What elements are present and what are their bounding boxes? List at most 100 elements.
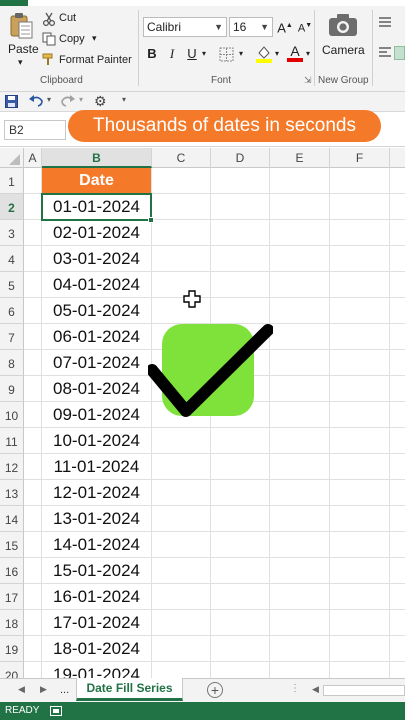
group-divider <box>314 10 315 86</box>
column-header-b[interactable]: B <box>42 148 152 168</box>
cut-button[interactable]: Cut <box>59 12 76 24</box>
tab-split-handle[interactable]: ⋮ <box>290 683 300 694</box>
sheet-tab-bar: ◀ ▶ ... Date Fill Series + ⋮ ◀ <box>0 678 405 702</box>
date-cell[interactable]: 13-01-2024 <box>42 506 151 531</box>
borders-icon[interactable] <box>219 47 234 65</box>
paste-dropdown-icon[interactable]: ▾ <box>18 57 23 68</box>
font-dialog-launcher-icon[interactable]: ⇲ <box>304 75 312 86</box>
chevron-down-icon: ▼ <box>214 22 223 32</box>
borders-dropdown-icon[interactable]: ▾ <box>236 45 246 63</box>
date-cell[interactable]: 06-01-2024 <box>42 324 151 349</box>
date-header-cell[interactable]: Date <box>42 168 151 193</box>
camera-button[interactable]: Camera <box>322 43 365 57</box>
row-header[interactable]: 19 <box>0 636 24 662</box>
font-color-button[interactable]: A <box>286 42 304 62</box>
font-size-select[interactable]: 16 ▼ <box>229 17 273 37</box>
grow-font-button[interactable]: A▲ <box>276 17 294 35</box>
font-color-dropdown-icon[interactable]: ▾ <box>303 45 313 63</box>
column-header-f[interactable]: F <box>330 148 390 168</box>
column-header-c[interactable]: C <box>152 148 211 168</box>
row-header[interactable]: 2 <box>0 194 24 220</box>
scissors-icon[interactable] <box>42 12 56 29</box>
row-header[interactable]: 9 <box>0 376 24 402</box>
macro-record-icon[interactable] <box>50 706 62 716</box>
row-header[interactable]: 8 <box>0 350 24 376</box>
redo-icon[interactable] <box>60 94 76 111</box>
row-header[interactable]: 14 <box>0 506 24 532</box>
bold-button[interactable]: B <box>143 45 161 63</box>
date-cell[interactable]: 18-01-2024 <box>42 636 151 661</box>
paste-icon[interactable] <box>8 12 34 40</box>
name-box[interactable]: B2 <box>4 120 66 140</box>
row-header[interactable]: 1 <box>0 168 24 194</box>
copy-icon[interactable] <box>42 32 56 49</box>
sheet-tab-date-fill-series[interactable]: Date Fill Series <box>76 678 183 701</box>
row-header[interactable]: 13 <box>0 480 24 506</box>
date-cell[interactable]: 11-01-2024 <box>42 454 151 479</box>
paste-button[interactable]: Paste <box>8 42 39 56</box>
fill-color-icon[interactable] <box>255 44 273 67</box>
column-header-e[interactable]: E <box>270 148 330 168</box>
row-header[interactable]: 15 <box>0 532 24 558</box>
align-top-icon[interactable] <box>378 16 392 31</box>
camera-icon[interactable] <box>328 13 358 40</box>
row-header[interactable]: 6 <box>0 298 24 324</box>
date-cell[interactable]: 05-01-2024 <box>42 298 151 323</box>
row-header[interactable]: 4 <box>0 246 24 272</box>
column-gridline <box>389 168 390 678</box>
date-cell[interactable]: 10-01-2024 <box>42 428 151 453</box>
file-tab-accent[interactable] <box>0 0 28 6</box>
column-gridline <box>329 168 330 678</box>
row-header[interactable]: 3 <box>0 220 24 246</box>
italic-button[interactable]: I <box>163 45 181 63</box>
save-icon[interactable] <box>5 95 18 111</box>
align-left-icon[interactable] <box>378 46 392 61</box>
more-sheets-button[interactable]: ... <box>60 684 69 696</box>
undo-icon[interactable] <box>28 94 44 111</box>
row-header[interactable]: 12 <box>0 454 24 480</box>
add-sheet-icon[interactable]: + <box>207 682 223 698</box>
date-cell[interactable]: 04-01-2024 <box>42 272 151 297</box>
column-header-d[interactable]: D <box>211 148 270 168</box>
date-cell[interactable]: 07-01-2024 <box>42 350 151 375</box>
select-all-corner[interactable] <box>0 148 24 168</box>
copy-button[interactable]: Copy <box>59 33 85 45</box>
tab-scroll-right-icon[interactable]: ▶ <box>40 684 47 695</box>
date-cell[interactable]: 16-01-2024 <box>42 584 151 609</box>
date-cell[interactable]: 12-01-2024 <box>42 480 151 505</box>
row-header[interactable]: 5 <box>0 272 24 298</box>
row-header[interactable]: 10 <box>0 402 24 428</box>
date-cell[interactable]: 14-01-2024 <box>42 532 151 557</box>
fill-color-dropdown-icon[interactable]: ▾ <box>272 45 282 63</box>
row-header[interactable]: 18 <box>0 610 24 636</box>
row-header[interactable]: 11 <box>0 428 24 454</box>
date-cell[interactable]: 17-01-2024 <box>42 610 151 635</box>
format-painter-button[interactable]: Format Painter <box>59 54 132 66</box>
underline-dropdown-icon[interactable]: ▾ <box>199 45 209 63</box>
copy-dropdown-icon[interactable]: ▾ <box>92 33 97 44</box>
row-header[interactable]: 16 <box>0 558 24 584</box>
status-text: READY <box>5 705 40 716</box>
fill-handle[interactable] <box>148 217 154 223</box>
horizontal-scrollbar[interactable] <box>323 685 405 696</box>
format-painter-icon[interactable] <box>42 52 56 69</box>
font-name-select[interactable]: Calibri ▼ <box>143 17 227 37</box>
row-header[interactable]: 17 <box>0 584 24 610</box>
gear-icon[interactable]: ⚙ <box>94 93 107 110</box>
shrink-font-button[interactable]: A▼ <box>296 17 314 35</box>
date-cell[interactable]: 15-01-2024 <box>42 558 151 583</box>
row-header[interactable]: 7 <box>0 324 24 350</box>
checkmark-icon <box>146 318 274 423</box>
redo-dropdown-icon[interactable]: ▾ <box>79 95 83 104</box>
tab-scroll-left-icon[interactable]: ◀ <box>18 684 25 695</box>
date-cell[interactable]: 08-01-2024 <box>42 376 151 401</box>
date-cell[interactable]: 02-01-2024 <box>42 220 151 245</box>
date-cell[interactable]: 09-01-2024 <box>42 402 151 427</box>
hscroll-left-icon[interactable]: ◀ <box>312 684 319 695</box>
new-group-label: New Group <box>318 75 369 86</box>
align-center-icon[interactable] <box>394 46 405 60</box>
customize-qat-icon[interactable]: ▾ <box>122 95 126 104</box>
column-header-a[interactable]: A <box>24 148 42 168</box>
date-cell[interactable]: 03-01-2024 <box>42 246 151 271</box>
undo-dropdown-icon[interactable]: ▾ <box>47 95 51 104</box>
